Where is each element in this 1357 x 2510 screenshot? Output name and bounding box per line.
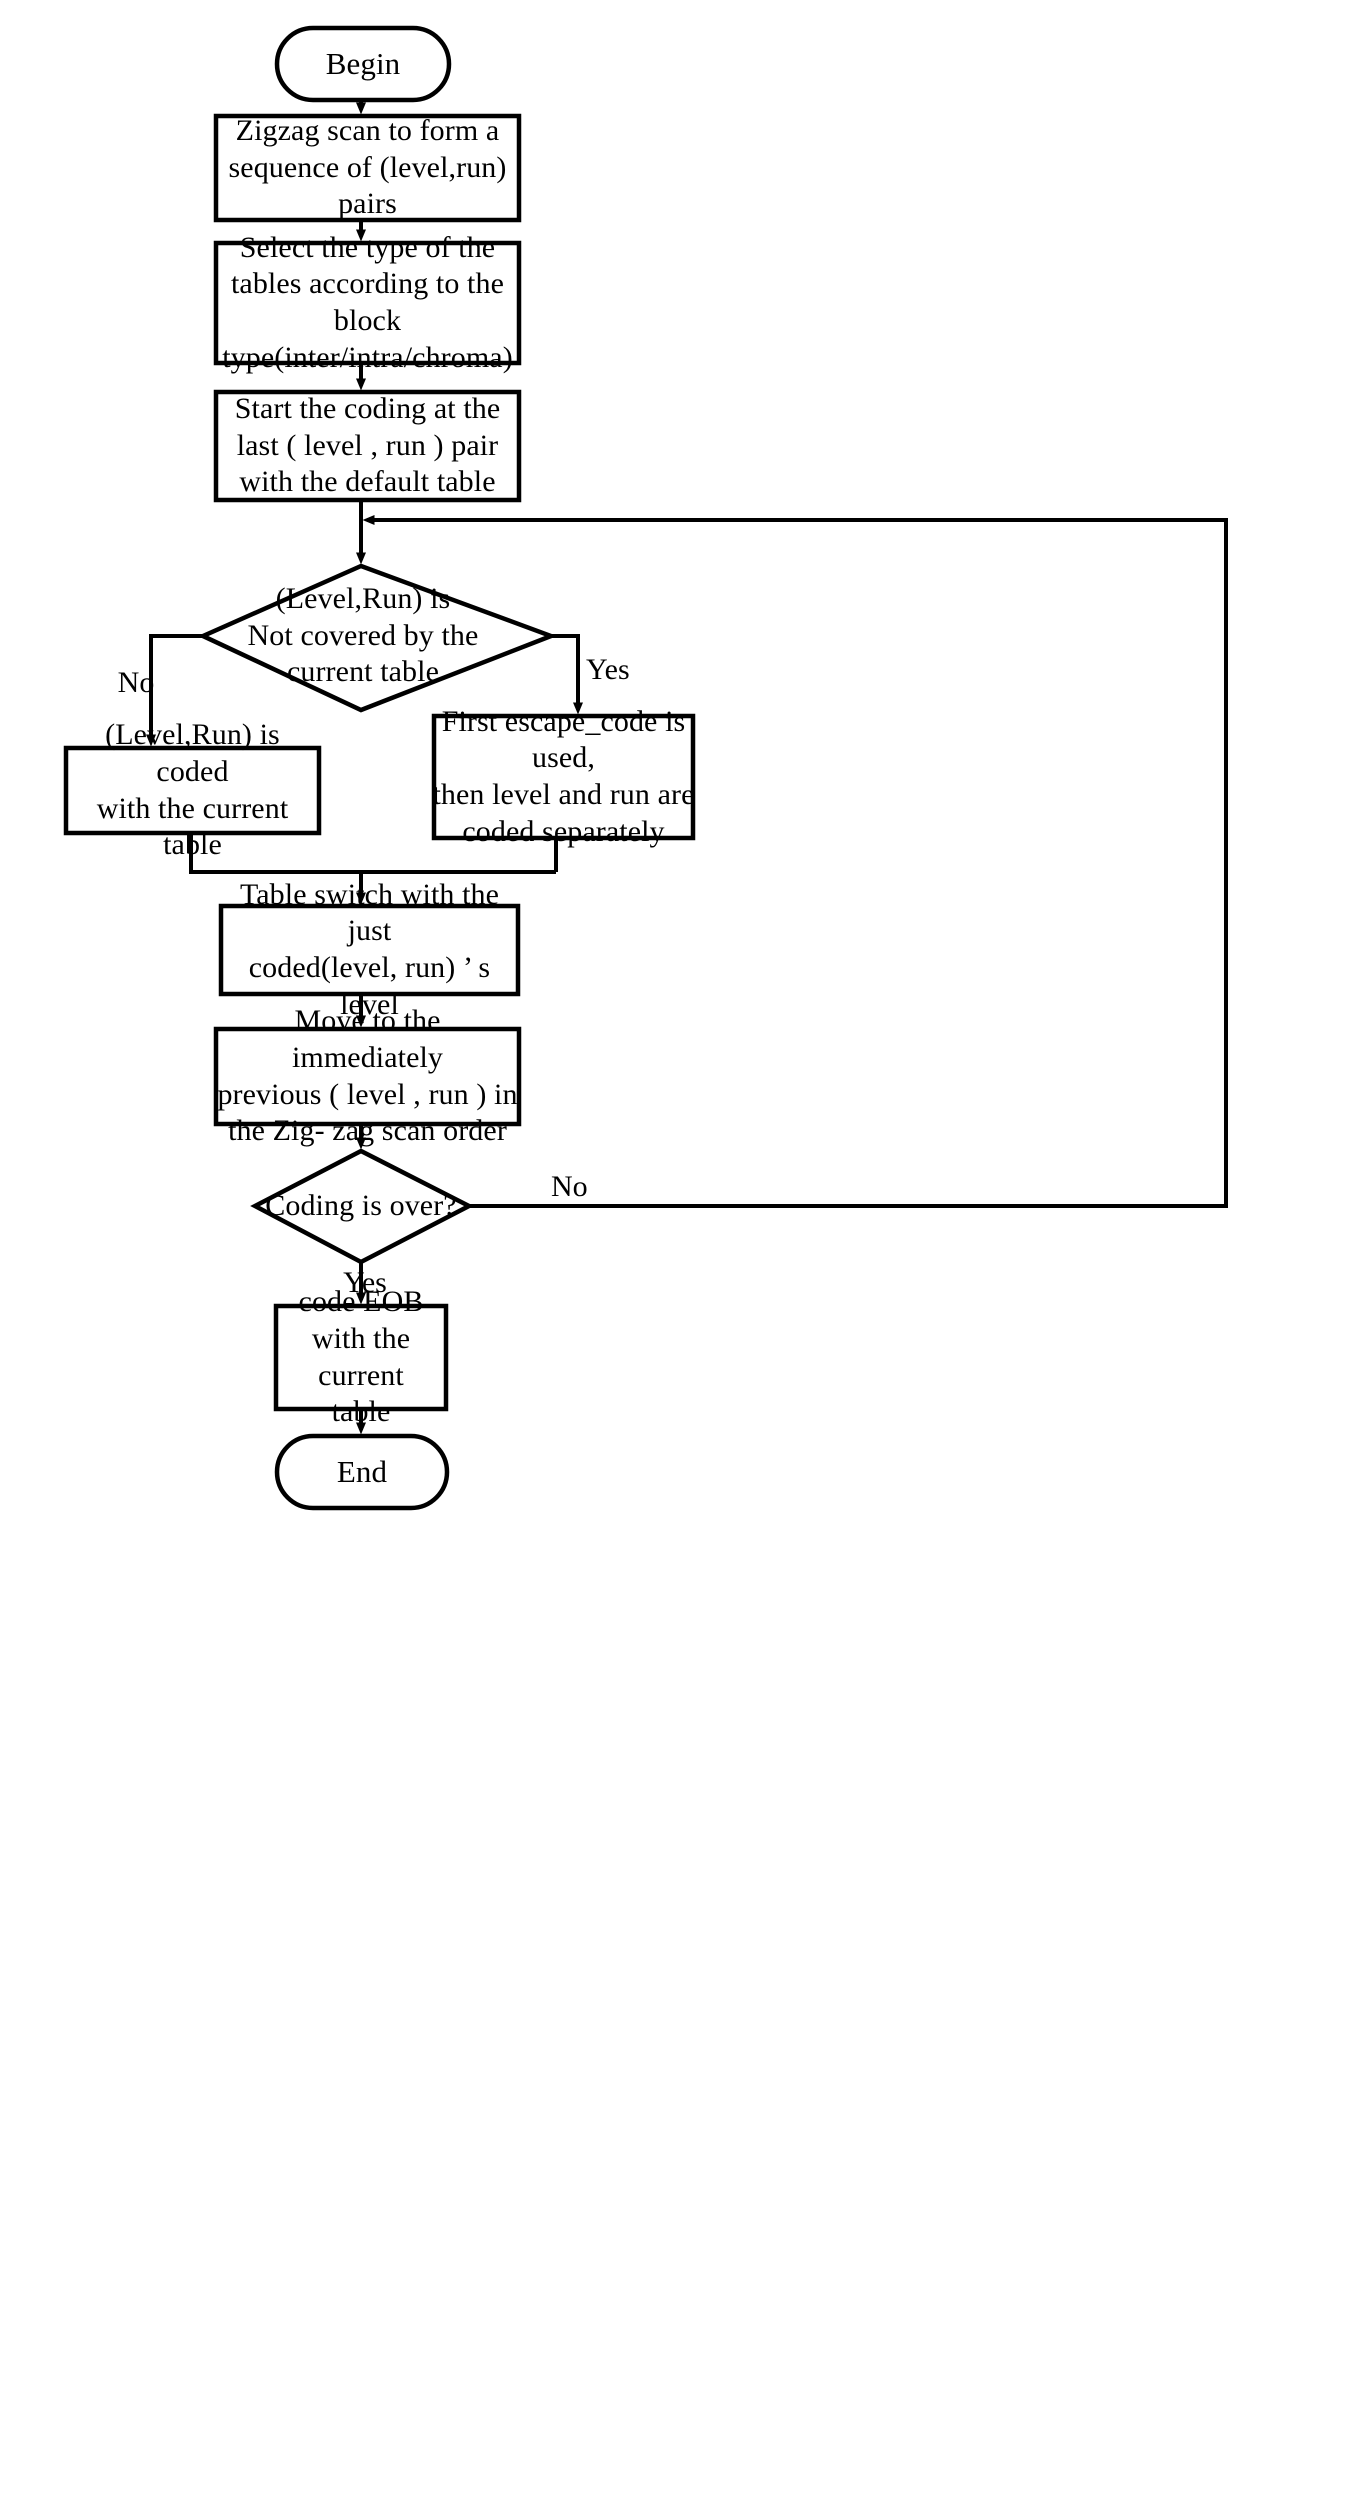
node-coded-current-shape <box>63 745 322 836</box>
node-move-prev-shape <box>213 1026 522 1127</box>
node-select-type-shape <box>213 240 522 366</box>
node-zigzag-shape <box>213 113 522 223</box>
node-begin-shape <box>274 25 452 103</box>
node-table-switch-shape <box>218 903 521 997</box>
edge-label-no-left: No <box>117 666 155 699</box>
flowchart-canvas: Begin Zigzag scan to form a sequence of … <box>0 0 1357 2510</box>
flowchart-graphics <box>63 25 1228 1511</box>
node-escape-code-shape <box>431 713 696 841</box>
edge-label-yes-right: Yes <box>586 653 630 686</box>
node-not-covered-shape <box>197 563 558 713</box>
edge-label-yes-down: Yes <box>343 1266 387 1299</box>
node-coding-over-shape <box>250 1148 474 1265</box>
node-end-shape <box>274 1433 450 1511</box>
node-start-coding-shape <box>213 389 522 503</box>
edge-decision-yes-right <box>551 634 583 715</box>
edge-label-loop-no: No <box>551 1170 588 1203</box>
node-code-eob-shape <box>273 1303 449 1412</box>
